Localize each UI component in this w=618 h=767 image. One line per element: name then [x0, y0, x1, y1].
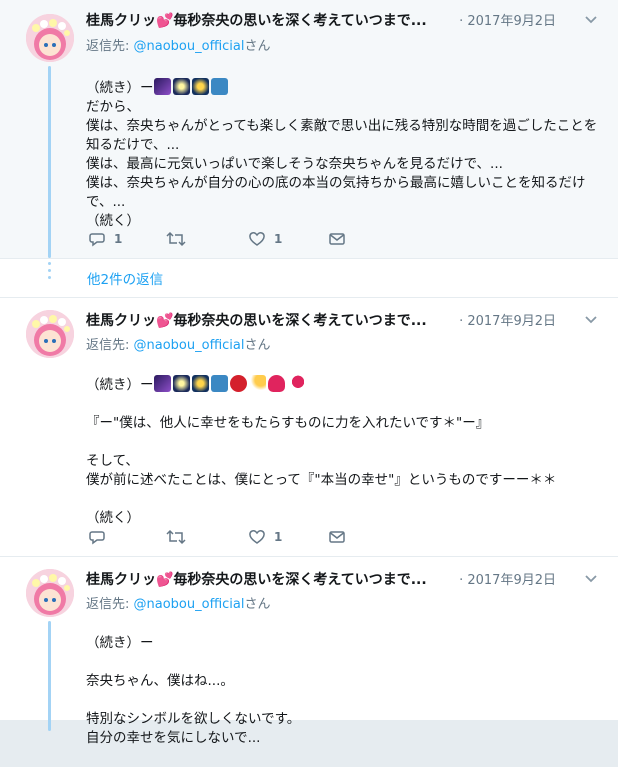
- avatar[interactable]: [26, 569, 74, 617]
- tweet-2[interactable]: 桂馬クリッ💕毎秒奈央の思いを深く考えていつまで... · 2017年9月2日 返…: [0, 298, 618, 556]
- reply-handle-link[interactable]: @naobou_official: [134, 597, 245, 612]
- tweet-header: 桂馬クリッ💕毎秒奈央の思いを深く考えていつまで... · 2017年9月2日: [86, 569, 602, 589]
- like-count: 1: [274, 530, 283, 544]
- display-name[interactable]: 桂馬クリッ💕毎秒奈央の思いを深く考えていつまで...: [86, 13, 427, 29]
- reply-button[interactable]: [88, 528, 114, 546]
- direct-message-button[interactable]: [328, 230, 346, 248]
- thread-line: [48, 66, 51, 258]
- tweet-actions: 1 1: [88, 230, 388, 250]
- reply-icon: [89, 233, 105, 247]
- timestamp[interactable]: · 2017年9月2日: [459, 310, 556, 329]
- retweet-icon: [166, 231, 186, 247]
- avatar[interactable]: [26, 14, 74, 62]
- tweet-text: （続き）ー だから、 僕は、奈央ちゃんがとっても楽しく素敵で思い出に残る特別な時…: [86, 78, 598, 229]
- show-more-replies[interactable]: 他2件の返信: [0, 258, 618, 297]
- mail-icon: [329, 531, 345, 543]
- like-button[interactable]: 1: [248, 528, 282, 546]
- tweet-1[interactable]: 桂馬クリッ💕毎秒奈央の思いを深く考えていつまで... · 2017年9月2日 返…: [0, 0, 618, 258]
- retweet-button[interactable]: [166, 528, 194, 546]
- emoji-fireworks: [191, 375, 209, 392]
- like-count: 1: [274, 232, 283, 246]
- emoji-two-hearts: [286, 375, 304, 392]
- mail-icon: [329, 233, 345, 245]
- chevron-down-icon[interactable]: [580, 567, 602, 589]
- tweet-actions: 1: [88, 528, 388, 548]
- heart-icon: [249, 232, 265, 246]
- chevron-down-icon[interactable]: [580, 8, 602, 30]
- reply-handle-link[interactable]: @naobou_official: [134, 338, 245, 353]
- tweet-header: 桂馬クリッ💕毎秒奈央の思いを深く考えていつまで... · 2017年9月2日: [86, 310, 602, 330]
- direct-message-button[interactable]: [328, 528, 346, 546]
- reply-to: 返信先: @naobou_officialさん: [86, 39, 271, 54]
- reply-handle-link[interactable]: @naobou_official: [134, 39, 245, 54]
- timestamp[interactable]: · 2017年9月2日: [459, 10, 556, 29]
- tweet-3[interactable]: 桂馬クリッ💕毎秒奈央の思いを深く考えていつまで... · 2017年9月2日 返…: [0, 557, 618, 746]
- emoji-sparkler: [172, 375, 190, 392]
- thread-line: [48, 621, 51, 731]
- display-name[interactable]: 桂馬クリッ💕毎秒奈央の思いを深く考えていつまで...: [86, 572, 427, 588]
- emoji-kimono: [210, 375, 228, 392]
- emoji-lantern: [229, 375, 247, 392]
- retweet-button[interactable]: [166, 230, 194, 248]
- tweet-text: （続き）ー 『ー"僕は、他人に幸せをもたらすものに力を入れたいです＊"ー』 そし…: [86, 375, 557, 526]
- emoji-sparkling-heart: [267, 375, 285, 392]
- thread-dots: [48, 262, 51, 283]
- reply-to: 返信先: @naobou_officialさん: [86, 338, 271, 353]
- chevron-down-icon[interactable]: [580, 308, 602, 330]
- avatar[interactable]: [26, 310, 74, 358]
- heart-icon: [249, 530, 265, 544]
- retweet-icon: [166, 529, 186, 545]
- emoji-sparkler: [172, 78, 190, 95]
- more-replies-link[interactable]: 他2件の返信: [87, 268, 163, 288]
- emoji-fireworks: [191, 78, 209, 95]
- timestamp[interactable]: · 2017年9月2日: [459, 569, 556, 588]
- display-name[interactable]: 桂馬クリッ💕毎秒奈央の思いを深く考えていつまで...: [86, 313, 427, 329]
- reply-count: 1: [114, 232, 123, 246]
- emoji-kimono: [210, 78, 228, 95]
- reply-icon: [89, 531, 105, 545]
- like-button[interactable]: 1: [248, 230, 282, 248]
- emoji-milky-way: [153, 375, 171, 392]
- reply-button[interactable]: 1: [88, 230, 122, 248]
- emoji-milky-way: [153, 78, 171, 95]
- tweet-text: （続き）ー 奈央ちゃん、僕はね...。 特別なシンボルを欲しくないです。 自分の…: [86, 635, 301, 746]
- tweet-header: 桂馬クリッ💕毎秒奈央の思いを深く考えていつまで... · 2017年9月2日: [86, 10, 602, 30]
- reply-to: 返信先: @naobou_officialさん: [86, 597, 271, 612]
- emoji-shooting-star: [248, 375, 266, 392]
